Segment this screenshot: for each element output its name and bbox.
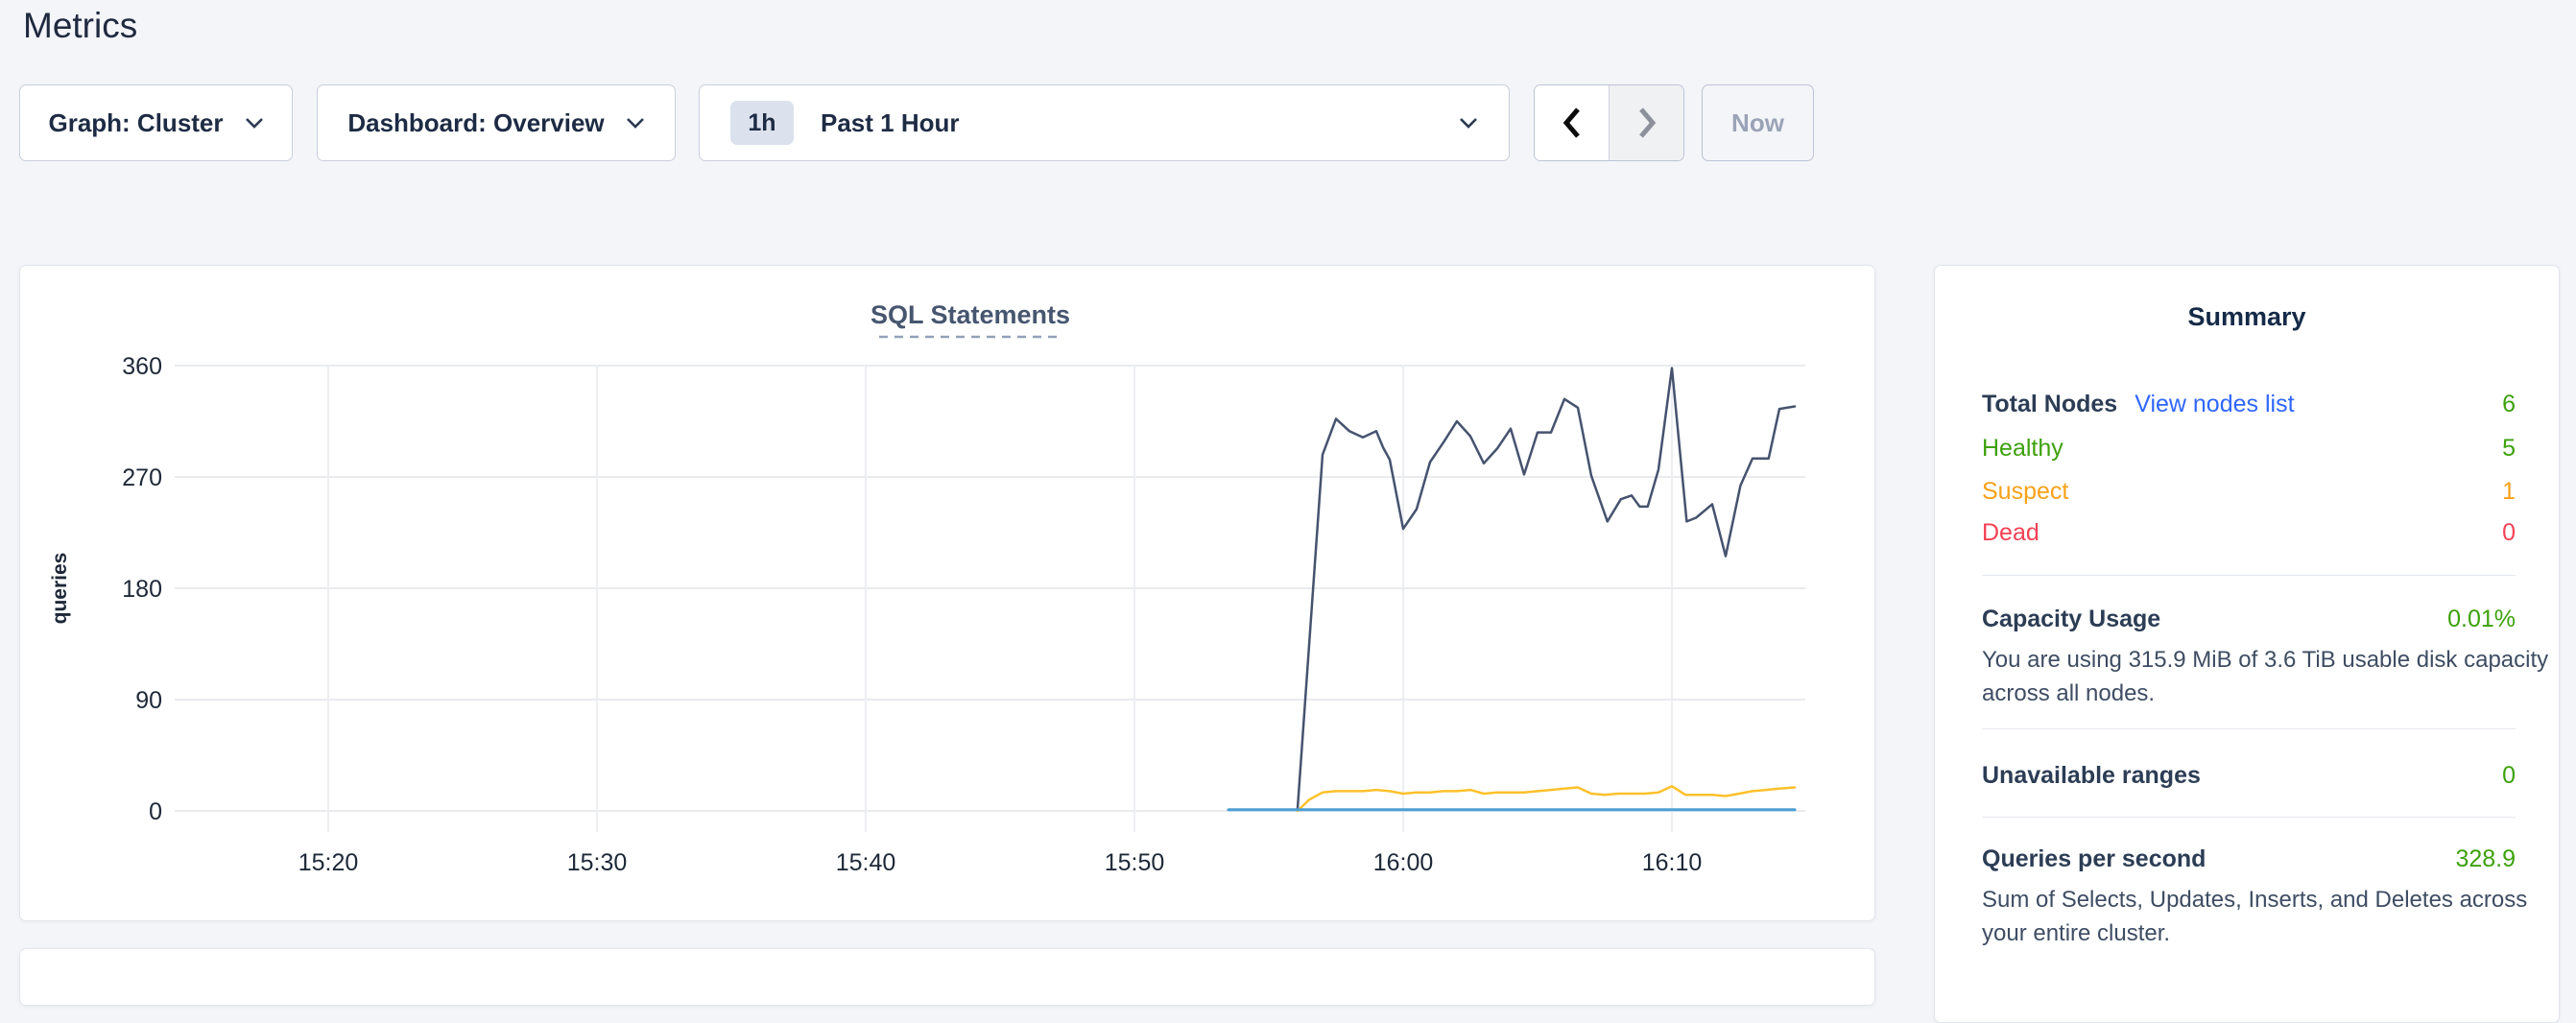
queries-per-second-row: Queries per second 328.9 <box>1982 842 2516 876</box>
svg-text:15:50: 15:50 <box>1105 849 1165 876</box>
dashboard-selector-dropdown[interactable]: Dashboard: Overview <box>317 84 676 161</box>
sql-statements-chart-card: 0 90 180 270 360 15:20 15:30 15:40 15:50 16:00 16:… <box>19 265 1875 921</box>
healthy-nodes-row: Healthy 5 <box>1982 431 2516 465</box>
healthy-label: Healthy <box>1982 435 2063 463</box>
total-nodes-label: Total Nodes <box>1982 391 2117 418</box>
svg-text:90: 90 <box>135 687 162 714</box>
summary-divider <box>1982 728 2516 729</box>
total-nodes-row: Total Nodes View nodes list 6 <box>1982 387 2516 421</box>
prev-time-button[interactable] <box>1535 85 1610 160</box>
svg-text:16:10: 16:10 <box>1642 849 1703 876</box>
svg-text:0: 0 <box>149 798 162 825</box>
chevron-down-icon <box>626 117 645 129</box>
svg-text:SQL Statements: SQL Statements <box>871 300 1070 329</box>
svg-text:360: 360 <box>122 353 162 380</box>
now-button[interactable]: Now <box>1702 84 1814 161</box>
summary-panel: Summary Total Nodes View nodes list 6 He… <box>1934 265 2560 1023</box>
unavailable-ranges-label: Unavailable ranges <box>1982 762 2201 790</box>
dead-label: Dead <box>1982 519 2039 547</box>
metrics-page: Metrics Graph: Cluster Dashboard: Overvi… <box>0 0 2576 950</box>
svg-text:180: 180 <box>122 576 162 603</box>
suspect-label: Suspect <box>1982 478 2068 506</box>
unavailable-ranges-value: 0 <box>2502 762 2516 790</box>
next-chart-card-partial <box>19 948 1875 1006</box>
suspect-value: 1 <box>2502 478 2516 506</box>
summary-divider <box>1982 817 2516 818</box>
healthy-value: 5 <box>2502 435 2516 463</box>
summary-heading: Summary <box>1935 302 2559 332</box>
svg-text:15:30: 15:30 <box>567 849 628 876</box>
sql-statements-chart[interactable]: 0 90 180 270 360 15:20 15:30 15:40 15:50 16:00 16:… <box>20 266 1876 922</box>
capacity-usage-description: You are using 315.9 MiB of 3.6 TiB usabl… <box>1982 643 2550 710</box>
capacity-usage-label: Capacity Usage <box>1982 606 2160 633</box>
svg-text:16:00: 16:00 <box>1373 849 1434 876</box>
svg-text:15:20: 15:20 <box>298 849 359 876</box>
unavailable-ranges-row: Unavailable ranges 0 <box>1982 758 2516 793</box>
capacity-usage-value: 0.01% <box>2447 606 2516 633</box>
graph-selector-dropdown[interactable]: Graph: Cluster <box>19 84 293 161</box>
page-title: Metrics <box>23 6 137 46</box>
queries-per-second-description: Sum of Selects, Updates, Inserts, and De… <box>1982 883 2550 950</box>
dead-value: 0 <box>2502 519 2516 547</box>
chevron-down-icon <box>1459 117 1478 129</box>
view-nodes-list-link[interactable]: View nodes list <box>2135 391 2294 418</box>
chevron-left-icon <box>1562 106 1583 140</box>
capacity-usage-row: Capacity Usage 0.01% <box>1982 602 2516 636</box>
time-window-badge: 1h <box>730 101 794 145</box>
suspect-nodes-row: Suspect 1 <box>1982 474 2516 509</box>
total-nodes-value: 6 <box>2502 391 2516 418</box>
dead-nodes-row: Dead 0 <box>1982 515 2516 550</box>
time-range-dropdown[interactable]: 1h Past 1 Hour <box>699 84 1510 161</box>
next-time-button[interactable] <box>1610 85 1683 160</box>
svg-text:queries: queries <box>49 553 71 625</box>
svg-text:270: 270 <box>122 464 162 491</box>
graph-selector-label: Graph: Cluster <box>48 108 223 138</box>
chevron-right-icon <box>1636 106 1658 140</box>
chevron-down-icon <box>245 117 264 129</box>
queries-per-second-value: 328.9 <box>2455 845 2516 873</box>
queries-per-second-label: Queries per second <box>1982 845 2206 873</box>
time-range-label: Past 1 Hour <box>821 108 960 138</box>
dashboard-selector-label: Dashboard: Overview <box>347 108 604 138</box>
time-pager <box>1534 84 1684 161</box>
svg-text:15:40: 15:40 <box>836 849 896 876</box>
summary-divider <box>1982 575 2516 576</box>
